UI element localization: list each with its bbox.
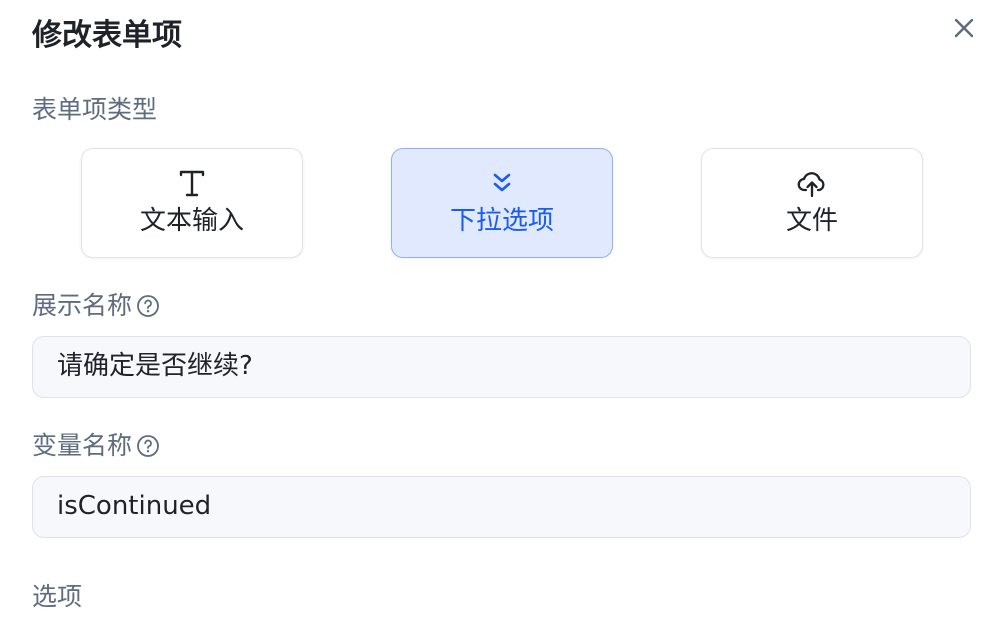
variable-name-input[interactable]: isContinued: [32, 476, 971, 538]
close-icon: [954, 18, 974, 38]
type-option-file[interactable]: 文件: [701, 148, 923, 258]
type-option-label: 文件: [785, 206, 838, 236]
help-icon[interactable]: [136, 434, 160, 458]
display-name-label: 展示名称: [32, 289, 160, 323]
type-option-label: 文本输入: [139, 206, 244, 236]
display-name-label-text: 展示名称: [32, 291, 133, 320]
form-type-label: 表单项类型: [32, 95, 158, 124]
cloud-upload-icon: [797, 172, 825, 198]
text-icon: [179, 170, 205, 197]
edit-form-item-dialog: 修改表单项 表单项类型 文本输入 下拉选项 文件 展示名称 请确定是否继续? 变…: [0, 0, 1002, 622]
dialog-title: 修改表单项: [32, 18, 182, 53]
type-option-dropdown[interactable]: 下拉选项: [391, 148, 613, 258]
type-option-text-input[interactable]: 文本输入: [81, 148, 303, 258]
chevron-double-down-icon: [493, 173, 511, 192]
help-icon[interactable]: [136, 294, 160, 318]
display-name-input[interactable]: 请确定是否继续?: [32, 336, 971, 398]
type-option-label: 下拉选项: [449, 206, 554, 236]
close-button[interactable]: [950, 14, 978, 42]
variable-name-label-text: 变量名称: [32, 431, 133, 460]
variable-name-label: 变量名称: [32, 429, 160, 463]
options-section-label: 选项: [32, 582, 83, 611]
